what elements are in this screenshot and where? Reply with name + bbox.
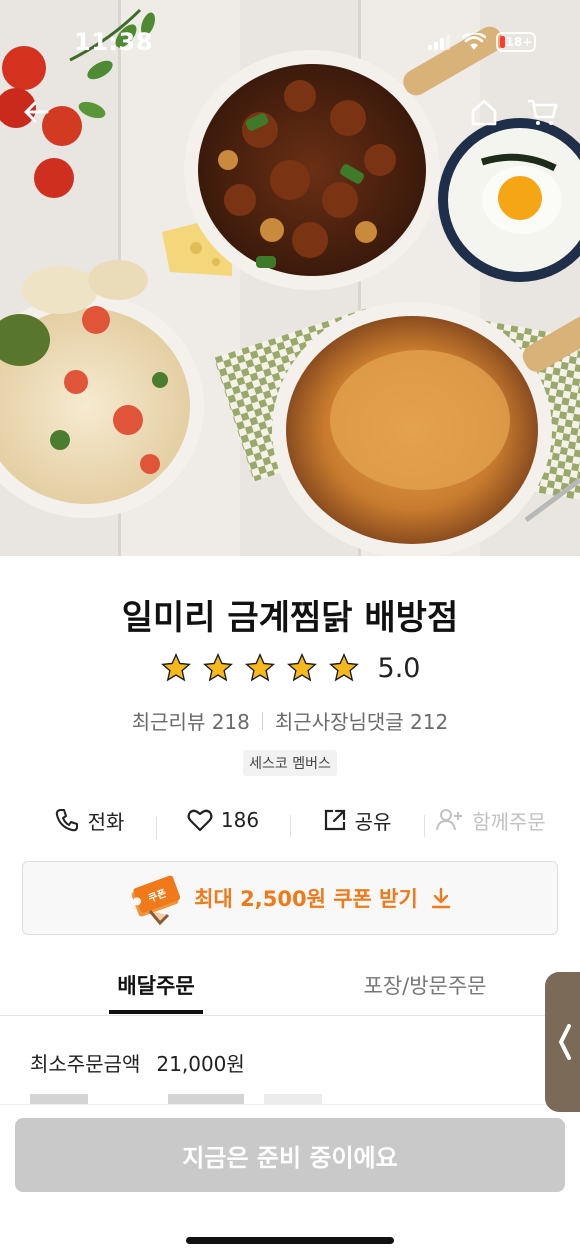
- cesco-badge: 세스코 멤버스: [243, 750, 337, 776]
- clipped-badge-placeholder: [264, 1094, 322, 1104]
- clipped-row: [30, 1094, 550, 1104]
- divider: [261, 711, 263, 730]
- review-summary: 최근리뷰 218 최근사장님댓글 212: [0, 706, 580, 735]
- home-indicator: [186, 1237, 394, 1244]
- call-button[interactable]: 전화: [22, 806, 156, 835]
- home-icon: [471, 99, 497, 126]
- add-person-icon: [436, 809, 463, 831]
- star-icon: [160, 653, 191, 682]
- coupon-banner[interactable]: 쿠폰 최대 2,500원 쿠폰 받기: [22, 861, 558, 935]
- order-type-tabs: 배달주문 포장/방문주문: [0, 960, 580, 1016]
- heart-icon: [187, 809, 213, 832]
- arrow-left-icon: [24, 101, 49, 123]
- back-button[interactable]: [18, 94, 54, 130]
- signal-icon: [428, 34, 450, 50]
- home-button[interactable]: [466, 94, 502, 130]
- tab-pickup[interactable]: 포장/방문주문: [330, 970, 520, 1000]
- favorite-button[interactable]: 186: [156, 808, 290, 839]
- cart-icon: [528, 99, 558, 125]
- share-icon: [324, 809, 345, 831]
- status-bar: 11:38 18+: [0, 0, 580, 88]
- clipped-text-placeholder: [30, 1094, 88, 1104]
- star-icon: [328, 653, 359, 682]
- order-button[interactable]: 지금은 준비 중이에요: [15, 1118, 565, 1192]
- store-actions: 전화 186 공유 함께주문: [22, 800, 558, 840]
- star-icon: [244, 653, 275, 682]
- store-page: 11:38 18+ 일미리 금계찜닭 배방점 5.0 최근리뷰 218 최근사장…: [0, 0, 580, 1257]
- star-icon: [202, 653, 233, 682]
- clipped-text-placeholder: [168, 1094, 244, 1104]
- rating-row: 5.0: [0, 652, 580, 684]
- download-arrow-icon: [431, 887, 450, 909]
- battery-text: 18+: [505, 35, 533, 49]
- status-time: 11:38: [74, 28, 153, 56]
- share-button[interactable]: 공유: [290, 806, 424, 837]
- chevron-left-icon: [559, 1024, 571, 1060]
- share-label: 공유: [354, 809, 392, 834]
- favorite-count: 186: [220, 808, 260, 832]
- cart-button[interactable]: [524, 94, 560, 130]
- phone-icon: [55, 809, 78, 832]
- star-icon: [286, 653, 317, 682]
- min-order-row: 최소주문금액 21,000원: [30, 1048, 245, 1077]
- recent-reviews-link[interactable]: 최근리뷰 218: [132, 706, 250, 735]
- active-tab-indicator: [109, 1010, 203, 1014]
- group-order-label: 함께주문: [472, 809, 546, 834]
- group-order-button[interactable]: 함께주문: [424, 806, 558, 837]
- owner-replies-link[interactable]: 최근사장님댓글 212: [275, 706, 448, 735]
- coupon-label: 최대 2,500원 쿠폰 받기: [194, 887, 418, 911]
- min-order-value: 21,000원: [156, 1052, 245, 1076]
- rating-value: 5.0: [377, 652, 421, 684]
- min-order-label: 최소주문금액: [30, 1052, 141, 1076]
- battery-indicator: 18+: [496, 32, 536, 52]
- tab-delivery[interactable]: 배달주문: [109, 970, 203, 1000]
- store-name: 일미리 금계찜닭 배방점: [121, 598, 459, 638]
- wifi-icon: [462, 33, 486, 50]
- coupon-ticket-icon: 쿠폰: [131, 875, 181, 925]
- call-label: 전화: [87, 809, 125, 834]
- side-panel-handle[interactable]: [545, 972, 580, 1112]
